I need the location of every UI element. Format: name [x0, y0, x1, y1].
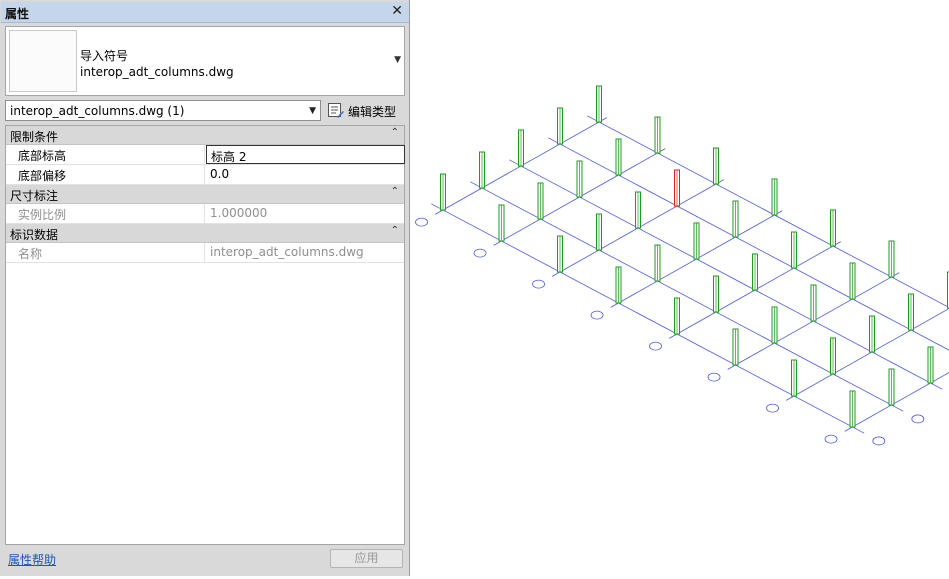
- chevron-up-icon[interactable]: ⌃: [391, 127, 399, 138]
- column[interactable]: [499, 205, 504, 241]
- instance-scale-field: 1.000000: [206, 204, 404, 223]
- section-dimensions[interactable]: 尺寸标注 ⌃: [6, 185, 404, 204]
- property-row-base-level[interactable]: 底部标高 标高 2: [6, 145, 404, 165]
- section-label: 尺寸标注: [10, 187, 58, 204]
- column[interactable]: [831, 210, 836, 246]
- palette-titlebar[interactable]: 属性 ✕: [1, 2, 409, 23]
- dropdown-arrow-icon[interactable]: ▼: [394, 55, 401, 65]
- apply-button[interactable]: 应用: [330, 549, 403, 568]
- column-grid-drawing[interactable]: [411, 0, 949, 576]
- column[interactable]: [889, 241, 894, 277]
- column[interactable]: [850, 263, 855, 299]
- property-name: 名称: [18, 245, 42, 262]
- column[interactable]: [558, 236, 563, 272]
- property-value: 1.000000: [210, 206, 267, 220]
- column[interactable]: [519, 130, 524, 166]
- base-offset-field[interactable]: 0.0: [206, 165, 404, 184]
- type-family-label: 导入符号: [80, 47, 128, 64]
- property-row-name: 名称 interop_adt_columns.dwg: [6, 243, 404, 263]
- grid-bubble: [912, 415, 924, 423]
- column[interactable]: [480, 152, 485, 188]
- column[interactable]: [597, 214, 602, 250]
- column[interactable]: [714, 148, 719, 184]
- property-row-base-offset[interactable]: 底部偏移 0.0: [6, 165, 404, 185]
- palette-title: 属性: [5, 5, 29, 22]
- property-value: interop_adt_columns.dwg: [210, 245, 364, 259]
- properties-palette: 属性 ✕ 导入符号 interop_adt_columns.dwg ▼ inte…: [0, 0, 410, 576]
- column[interactable]: [655, 245, 660, 281]
- column[interactable]: [870, 316, 875, 352]
- column[interactable]: [753, 254, 758, 290]
- property-value: 标高 2: [211, 148, 246, 165]
- grid-bubble: [873, 437, 885, 445]
- property-name: 底部标高: [18, 147, 66, 164]
- column[interactable]: [831, 338, 836, 374]
- column-selected[interactable]: [675, 170, 680, 206]
- chevron-up-icon[interactable]: ⌃: [391, 225, 399, 236]
- grid-line: [587, 116, 949, 345]
- column[interactable]: [889, 369, 894, 405]
- column[interactable]: [441, 174, 446, 210]
- edit-type-label: 编辑类型: [348, 103, 396, 120]
- property-name: 底部偏移: [18, 167, 66, 184]
- properties-help-link[interactable]: 属性帮助: [8, 551, 56, 568]
- type-name-label: interop_adt_columns.dwg: [80, 65, 234, 79]
- property-name: 实例比例: [18, 206, 66, 223]
- column[interactable]: [616, 139, 621, 175]
- section-identity-data[interactable]: 标识数据 ⌃: [6, 224, 404, 243]
- column[interactable]: [597, 86, 602, 122]
- column[interactable]: [694, 223, 699, 259]
- grid-bubble: [708, 373, 720, 381]
- grid-bubble: [533, 280, 545, 288]
- type-preview-thumbnail: [9, 30, 77, 92]
- column[interactable]: [772, 179, 777, 215]
- property-value: 0.0: [210, 167, 229, 181]
- column[interactable]: [675, 298, 680, 334]
- close-icon[interactable]: ✕: [391, 3, 403, 19]
- column[interactable]: [792, 360, 797, 396]
- column[interactable]: [909, 294, 914, 330]
- column[interactable]: [792, 232, 797, 268]
- column[interactable]: [733, 329, 738, 365]
- instance-filter-value: interop_adt_columns.dwg (1): [10, 104, 184, 118]
- grid-bubble: [767, 404, 779, 412]
- name-field: interop_adt_columns.dwg: [206, 243, 404, 262]
- type-selector[interactable]: 导入符号 interop_adt_columns.dwg ▼: [5, 26, 405, 96]
- column[interactable]: [616, 267, 621, 303]
- column[interactable]: [850, 391, 855, 427]
- grid-line: [470, 182, 903, 411]
- chevron-up-icon[interactable]: ⌃: [391, 186, 399, 197]
- section-label: 限制条件: [10, 128, 58, 145]
- 3d-view-canvas[interactable]: [411, 0, 949, 576]
- instance-filter-select[interactable]: interop_adt_columns.dwg (1) ▼: [5, 100, 321, 121]
- section-constraints[interactable]: 限制条件 ⌃: [6, 126, 404, 145]
- grid-bubble: [825, 435, 837, 443]
- chevron-down-icon: ▼: [309, 106, 316, 116]
- grid-bubble: [591, 311, 603, 319]
- base-level-field[interactable]: 标高 2: [206, 145, 405, 164]
- column[interactable]: [558, 108, 563, 144]
- column[interactable]: [636, 192, 641, 228]
- column[interactable]: [733, 201, 738, 237]
- grid-bubble: [474, 249, 486, 257]
- column[interactable]: [772, 307, 777, 343]
- column[interactable]: [714, 276, 719, 312]
- grid-bubble: [416, 218, 428, 226]
- column[interactable]: [577, 161, 582, 197]
- section-label: 标识数据: [10, 226, 58, 243]
- column[interactable]: [811, 285, 816, 321]
- grid-line: [509, 160, 942, 389]
- column[interactable]: [928, 347, 933, 383]
- edit-type-button[interactable]: 编辑类型: [326, 100, 406, 121]
- edit-type-icon: [327, 102, 345, 119]
- column[interactable]: [538, 183, 543, 219]
- property-grid: 限制条件 ⌃ 底部标高 标高 2 底部偏移 0.0 尺寸标注 ⌃ 实例比例 1.…: [5, 125, 405, 545]
- column[interactable]: [655, 117, 660, 153]
- grid-bubble: [650, 342, 662, 350]
- grid-line: [431, 204, 864, 433]
- property-row-instance-scale: 实例比例 1.000000: [6, 204, 404, 224]
